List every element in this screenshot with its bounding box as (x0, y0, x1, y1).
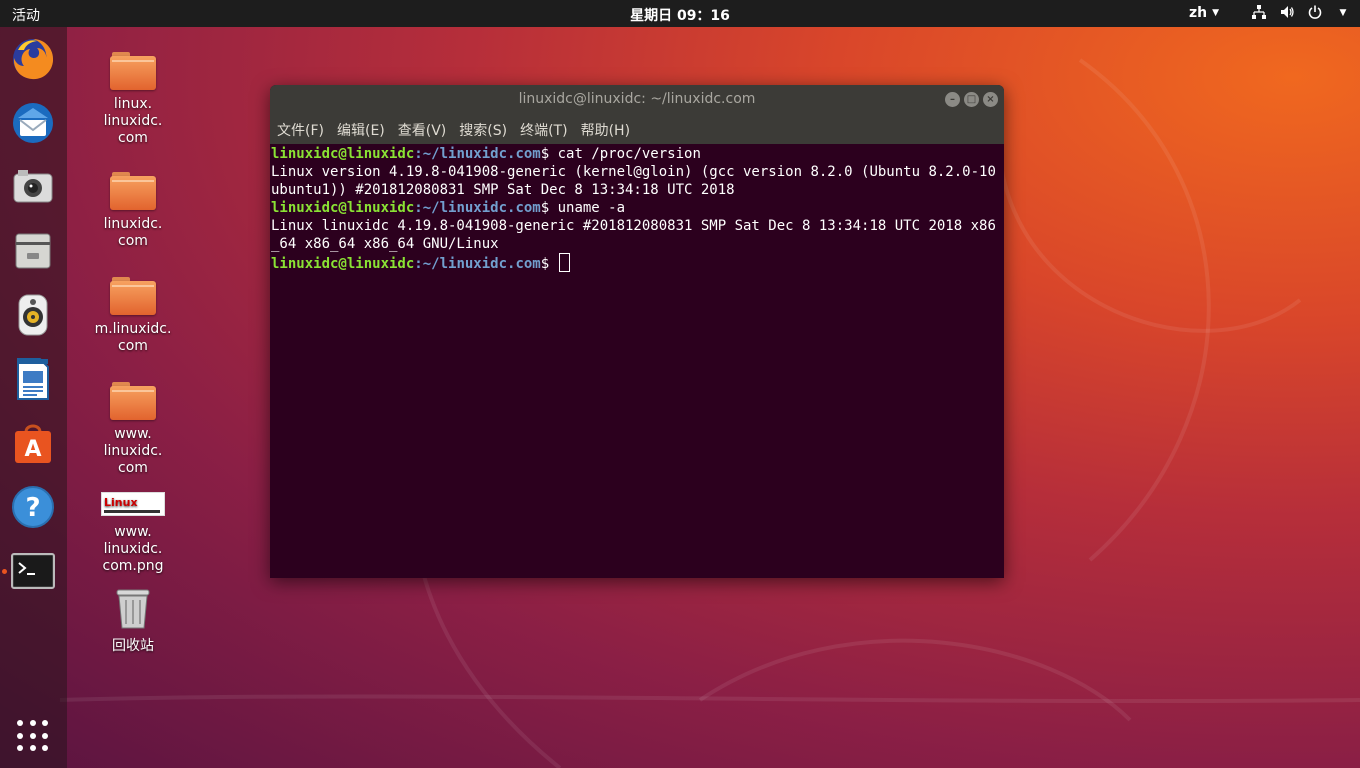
dock-writer[interactable] (9, 355, 57, 403)
prompt-symbol: $ (540, 200, 558, 216)
scrollbar[interactable] (1000, 144, 1004, 578)
input-method-label: zh (1189, 5, 1208, 21)
dock: A ? (0, 27, 67, 768)
command-text: uname -a (557, 200, 626, 216)
prompt-path: :~/linuxidc.com (414, 146, 541, 162)
menu-help[interactable]: 帮助(H) (581, 120, 630, 140)
shopping-bag-icon: A (15, 424, 51, 463)
show-applications-button[interactable] (17, 720, 49, 752)
desktop-image-file[interactable]: Linux www. linuxidc. com.png (78, 492, 188, 575)
prompt-user: linuxidc@linuxidc (271, 200, 415, 216)
document-icon (17, 358, 49, 400)
chevron-down-icon: ▼ (1339, 8, 1347, 18)
dock-shotwell[interactable] (9, 163, 57, 211)
chevron-down-icon: ▼ (1212, 8, 1220, 18)
terminal-line: linuxidc@linuxidc:~/linuxidc.com$ cat /p… (271, 145, 1003, 163)
terminal-window[interactable]: linuxidc@linuxidc: ~/linuxidc.com – □ × … (270, 85, 1004, 578)
window-title: linuxidc@linuxidc: ~/linuxidc.com (518, 91, 756, 107)
thunderbird-icon (13, 103, 53, 143)
dock-ubuntu-software[interactable]: A (9, 419, 57, 467)
desktop-icon-label: www. linuxidc. com.png (102, 524, 164, 574)
clock[interactable]: 星期日 09：16 (0, 5, 1360, 25)
running-indicator (2, 569, 7, 574)
image-logo-text: Linux (104, 496, 138, 509)
help-icon: ? (12, 486, 54, 528)
svg-text:?: ? (25, 493, 40, 523)
desktop-icon-label: linuxidc. com (103, 216, 163, 249)
window-titlebar[interactable]: linuxidc@linuxidc: ~/linuxidc.com – □ × (270, 85, 1004, 115)
prompt-symbol: $ (540, 256, 558, 272)
network-icon (1250, 4, 1268, 22)
speaker-icon (18, 294, 48, 336)
terminal-line: linuxidc@linuxidc:~/linuxidc.com$ uname … (271, 199, 1003, 217)
prompt-symbol: $ (540, 146, 558, 162)
desktop-icon-label: www. linuxidc. com (103, 426, 163, 476)
file-cabinet-icon (15, 233, 51, 269)
desktop-icon-label: m.linuxidc. com (94, 321, 172, 354)
desktop-folder-3[interactable]: m.linuxidc. com (78, 277, 188, 355)
top-panel: 活动 星期日 09：16 zh ▼ ▼ (0, 0, 1360, 27)
menu-bar: 文件(F) 编辑(E) 查看(V) 搜索(S) 终端(T) 帮助(H) (270, 115, 1004, 144)
dock-rhythmbox[interactable] (9, 291, 57, 339)
input-method-indicator[interactable]: zh ▼ (1189, 5, 1219, 21)
dock-files[interactable] (9, 227, 57, 275)
terminal-icon (11, 553, 55, 589)
text-cursor (558, 253, 570, 272)
menu-terminal[interactable]: 终端(T) (520, 120, 567, 140)
svg-text:A: A (24, 437, 41, 462)
dock-terminal[interactable] (9, 547, 57, 595)
power-icon (1306, 4, 1324, 22)
desktop-icon-label: linux. linuxidc. com (103, 96, 163, 146)
menu-view[interactable]: 查看(V) (398, 120, 447, 140)
folder-icon (110, 277, 156, 315)
dock-help[interactable]: ? (9, 483, 57, 531)
image-thumbnail-icon: Linux (101, 492, 165, 516)
menu-edit[interactable]: 编辑(E) (337, 120, 385, 140)
desktop-folder-4[interactable]: www. linuxidc. com (78, 382, 188, 477)
close-button[interactable]: × (983, 92, 998, 107)
prompt-path: :~/linuxidc.com (414, 200, 541, 216)
desktop-folder-1[interactable]: linux. linuxidc. com (78, 52, 188, 147)
output-text: Linux linuxidc 4.19.8-041908-generic #20… (271, 218, 996, 252)
firefox-icon (13, 39, 54, 80)
minimize-button[interactable]: – (945, 92, 960, 107)
trash-icon (114, 586, 152, 630)
command-text: cat /proc/version (557, 146, 701, 162)
system-menu[interactable]: ▼ (1250, 4, 1352, 22)
menu-search[interactable]: 搜索(S) (459, 120, 507, 140)
folder-icon (110, 52, 156, 90)
desktop-icon-label: 回收站 (112, 638, 154, 654)
desktop-folder-2[interactable]: linuxidc. com (78, 172, 188, 250)
folder-icon (110, 382, 156, 420)
terminal-output[interactable]: linuxidc@linuxidc:~/linuxidc.com$ cat /p… (270, 144, 1004, 578)
menu-file[interactable]: 文件(F) (277, 120, 324, 140)
desktop-trash[interactable]: 回收站 (78, 586, 188, 655)
dock-thunderbird[interactable] (9, 99, 57, 147)
terminal-line: linuxidc@linuxidc:~/linuxidc.com$ (271, 253, 1003, 273)
window-controls: – □ × (945, 92, 998, 107)
prompt-user: linuxidc@linuxidc (271, 146, 415, 162)
dock-firefox[interactable] (9, 35, 57, 83)
output-text: Linux version 4.19.8-041908-generic (ker… (271, 164, 996, 198)
camera-icon (13, 170, 53, 203)
maximize-button[interactable]: □ (964, 92, 979, 107)
prompt-user: linuxidc@linuxidc (271, 256, 415, 272)
volume-icon (1278, 4, 1296, 22)
prompt-path: :~/linuxidc.com (414, 256, 541, 272)
folder-icon (110, 172, 156, 210)
